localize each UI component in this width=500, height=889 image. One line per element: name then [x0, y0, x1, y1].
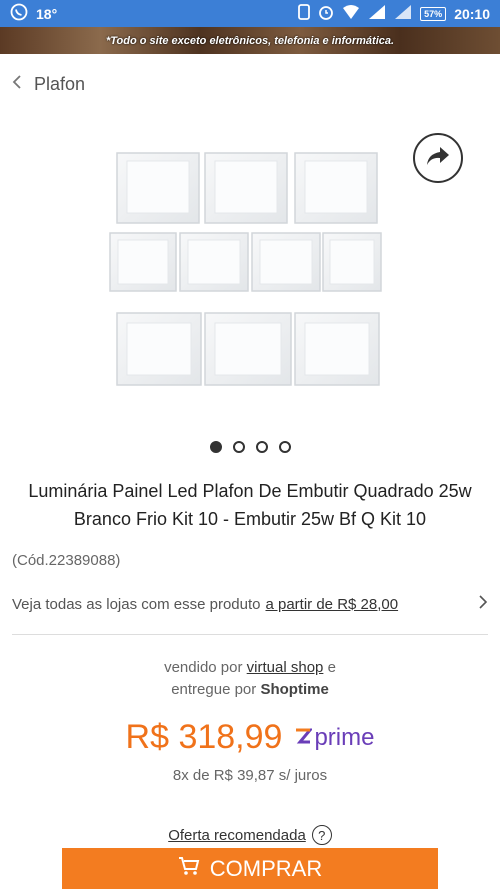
carousel-dot[interactable]	[232, 441, 245, 453]
back-label: Plafon	[34, 74, 86, 94]
carousel-dot[interactable]	[255, 441, 268, 453]
promo-banner[interactable]: *Todo o site exceto eletrônicos, telefon…	[0, 27, 500, 54]
share-button[interactable]	[413, 133, 463, 183]
clock: 20:10	[454, 5, 490, 22]
prime-logo-icon	[294, 724, 314, 752]
sold-by-label: vendido por	[164, 659, 243, 676]
temperature: 18°	[36, 5, 58, 22]
price-row: R$ 318,99 prime	[0, 718, 500, 757]
cart-icon	[178, 856, 200, 882]
divider	[12, 634, 488, 635]
promo-banner-text: *Todo o site exceto eletrônicos, telefon…	[105, 34, 395, 47]
chevron-left-icon	[12, 74, 22, 95]
and-label: e	[327, 659, 336, 676]
prime-label: prime	[314, 723, 375, 751]
lowest-price-link[interactable]: a partir de R$ 28,00	[265, 596, 398, 613]
phone-icon	[298, 4, 311, 23]
all-stores-text: Veja todas as lojas com esse produto	[12, 595, 261, 613]
whatsapp-icon	[10, 3, 28, 24]
buy-button[interactable]: COMPRAR	[62, 848, 438, 889]
price: R$ 318,99	[125, 718, 283, 756]
recommended-offer[interactable]: Oferta recomendada ?	[0, 825, 500, 845]
product-title: Luminária Painel Led Plafon De Embutir Q…	[28, 481, 472, 529]
signal-icon	[368, 4, 386, 23]
image-carousel-dots	[0, 441, 500, 453]
share-icon	[425, 145, 451, 172]
chevron-right-icon	[478, 594, 488, 614]
installments: 8x de R$ 39,87 s/ juros	[172, 767, 328, 784]
back-button[interactable]: Plafon	[12, 74, 85, 95]
delivered-by-label: entregue por	[171, 681, 257, 698]
alarm-icon	[318, 4, 334, 23]
battery-icon: 57%	[420, 6, 447, 21]
all-stores-link[interactable]: Veja todas as lojas com esse produto a p…	[12, 594, 488, 614]
product-image[interactable]	[105, 145, 395, 395]
delivered-by-name: Shoptime	[260, 681, 329, 698]
help-icon[interactable]: ?	[311, 825, 332, 845]
status-bar: 18° 57% 20:10	[0, 0, 500, 27]
signal-icon-2	[394, 4, 412, 23]
carousel-dot[interactable]	[278, 441, 291, 453]
product-code: (Cód.22389088)	[12, 552, 121, 569]
carousel-dot-active[interactable]	[209, 441, 222, 453]
prime-badge: prime	[294, 724, 374, 752]
wifi-icon	[342, 4, 360, 23]
buy-button-label: COMPRAR	[209, 855, 323, 881]
recommended-offer-label[interactable]: Oferta recomendada	[168, 827, 306, 844]
seller-link[interactable]: virtual shop	[247, 659, 324, 676]
seller-info: vendido por virtual shop e entregue por …	[0, 657, 500, 701]
